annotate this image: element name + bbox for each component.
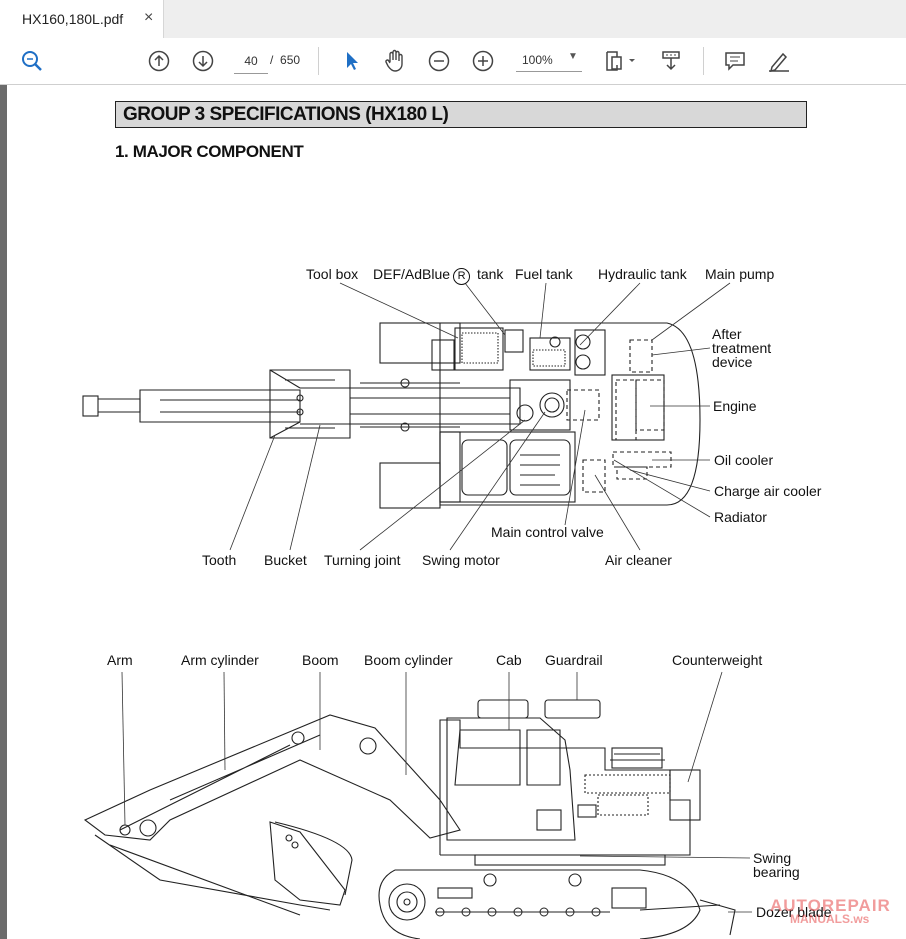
label-air-cleaner: Air cleaner	[605, 552, 672, 568]
label-main-pump: Main pump	[705, 266, 775, 282]
bucket-outline	[269, 821, 346, 906]
label-charge-air-cooler: Charge air cooler	[714, 483, 822, 499]
label-fuel-tank: Fuel tank	[515, 266, 573, 282]
label-turning-joint: Turning joint	[324, 552, 401, 568]
label-main-control-valve: Main control valve	[491, 524, 604, 540]
label-boom-cylinder: Boom cylinder	[364, 652, 453, 668]
label-engine: Engine	[713, 398, 757, 414]
label-cab: Cab	[496, 652, 522, 668]
upper-structure-block	[379, 322, 461, 364]
label-radiator: Radiator	[714, 509, 767, 525]
label-arm-cylinder: Arm cylinder	[181, 652, 259, 668]
excavator-diagram	[82, 282, 752, 939]
label-swing-bearing: Swing bearing	[753, 850, 800, 880]
label-guardrail: Guardrail	[545, 652, 603, 668]
label-hydraulic-tank: Hydraulic tank	[598, 266, 687, 282]
watermark-logo-sub: MANUALS.ws	[790, 912, 870, 926]
label-oil-cooler: Oil cooler	[714, 452, 774, 468]
label-tool-box: Tool box	[306, 266, 359, 282]
guardrail	[477, 699, 529, 719]
cab-outline	[446, 717, 576, 841]
label-counterweight: Counterweight	[672, 652, 763, 668]
label-def-tank: DEF/AdBlue R tank	[373, 266, 503, 285]
boom-arm-outline	[83, 714, 461, 841]
label-swing-motor: Swing motor	[422, 552, 500, 568]
label-boom: Boom	[302, 652, 339, 668]
label-after-treatment: After treatment device	[712, 326, 772, 370]
label-arm: Arm	[107, 652, 133, 668]
label-tooth: Tooth	[202, 552, 237, 568]
label-bucket: Bucket	[264, 552, 307, 568]
